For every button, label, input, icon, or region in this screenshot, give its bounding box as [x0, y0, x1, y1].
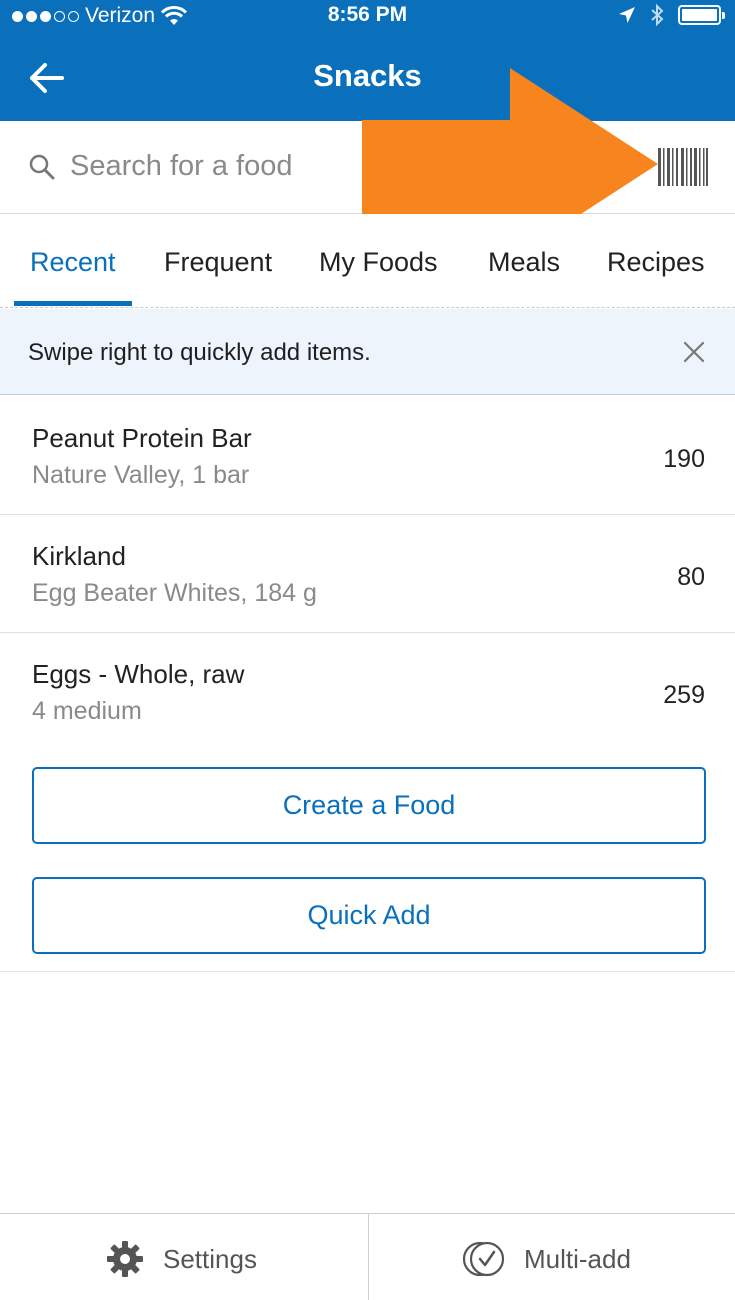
settings-button[interactable]: Settings	[105, 1239, 257, 1279]
food-row[interactable]: Eggs - Whole, raw 4 medium 259	[0, 633, 735, 751]
tab-recipes[interactable]: Recipes	[607, 247, 705, 278]
multi-check-icon	[462, 1241, 505, 1277]
status-right	[618, 3, 725, 27]
food-name: Kirkland	[32, 541, 126, 571]
food-row[interactable]: Kirkland Egg Beater Whites, 184 g 80	[0, 515, 735, 633]
tip-banner: Swipe right to quickly add items.	[0, 309, 735, 395]
quick-add-button[interactable]: Quick Add	[32, 877, 706, 954]
food-name: Peanut Protein Bar	[32, 423, 252, 453]
battery-icon	[678, 5, 725, 25]
create-food-button[interactable]: Create a Food	[32, 767, 706, 844]
multi-add-label: Multi-add	[524, 1243, 631, 1274]
bottom-toolbar: Settings Multi-add	[0, 1213, 735, 1300]
tip-text: Swipe right to quickly add items.	[28, 339, 371, 366]
food-description: 4 medium	[32, 697, 142, 725]
multi-add-button[interactable]: Multi-add	[462, 1239, 631, 1279]
food-description: Egg Beater Whites, 184 g	[32, 579, 317, 607]
tab-meals[interactable]: Meals	[488, 247, 560, 278]
list-divider	[0, 971, 735, 972]
barcode-icon[interactable]	[658, 148, 708, 186]
tab-recent[interactable]: Recent	[30, 247, 116, 278]
settings-label: Settings	[163, 1243, 257, 1274]
food-description: Nature Valley, 1 bar	[32, 461, 250, 489]
status-bar: Verizon 8:56 PM	[0, 0, 735, 32]
location-arrow-icon	[619, 7, 635, 23]
food-calories: 259	[663, 681, 705, 709]
close-icon[interactable]	[683, 341, 705, 363]
food-calories: 190	[663, 445, 705, 473]
gear-icon	[107, 1241, 143, 1277]
bluetooth-icon	[651, 3, 664, 27]
toolbar-divider	[368, 1214, 369, 1300]
active-tab-indicator	[14, 301, 132, 306]
search-input[interactable]: Search for a food	[70, 150, 292, 183]
food-row[interactable]: Peanut Protein Bar Nature Valley, 1 bar …	[0, 397, 735, 515]
tab-my-foods[interactable]: My Foods	[319, 247, 438, 278]
search-icon	[29, 154, 55, 180]
filter-tabs: Recent Frequent My Foods Meals Recipes	[0, 214, 735, 308]
food-calories: 80	[677, 563, 705, 591]
food-name: Eggs - Whole, raw	[32, 659, 245, 689]
tab-frequent[interactable]: Frequent	[164, 247, 272, 278]
